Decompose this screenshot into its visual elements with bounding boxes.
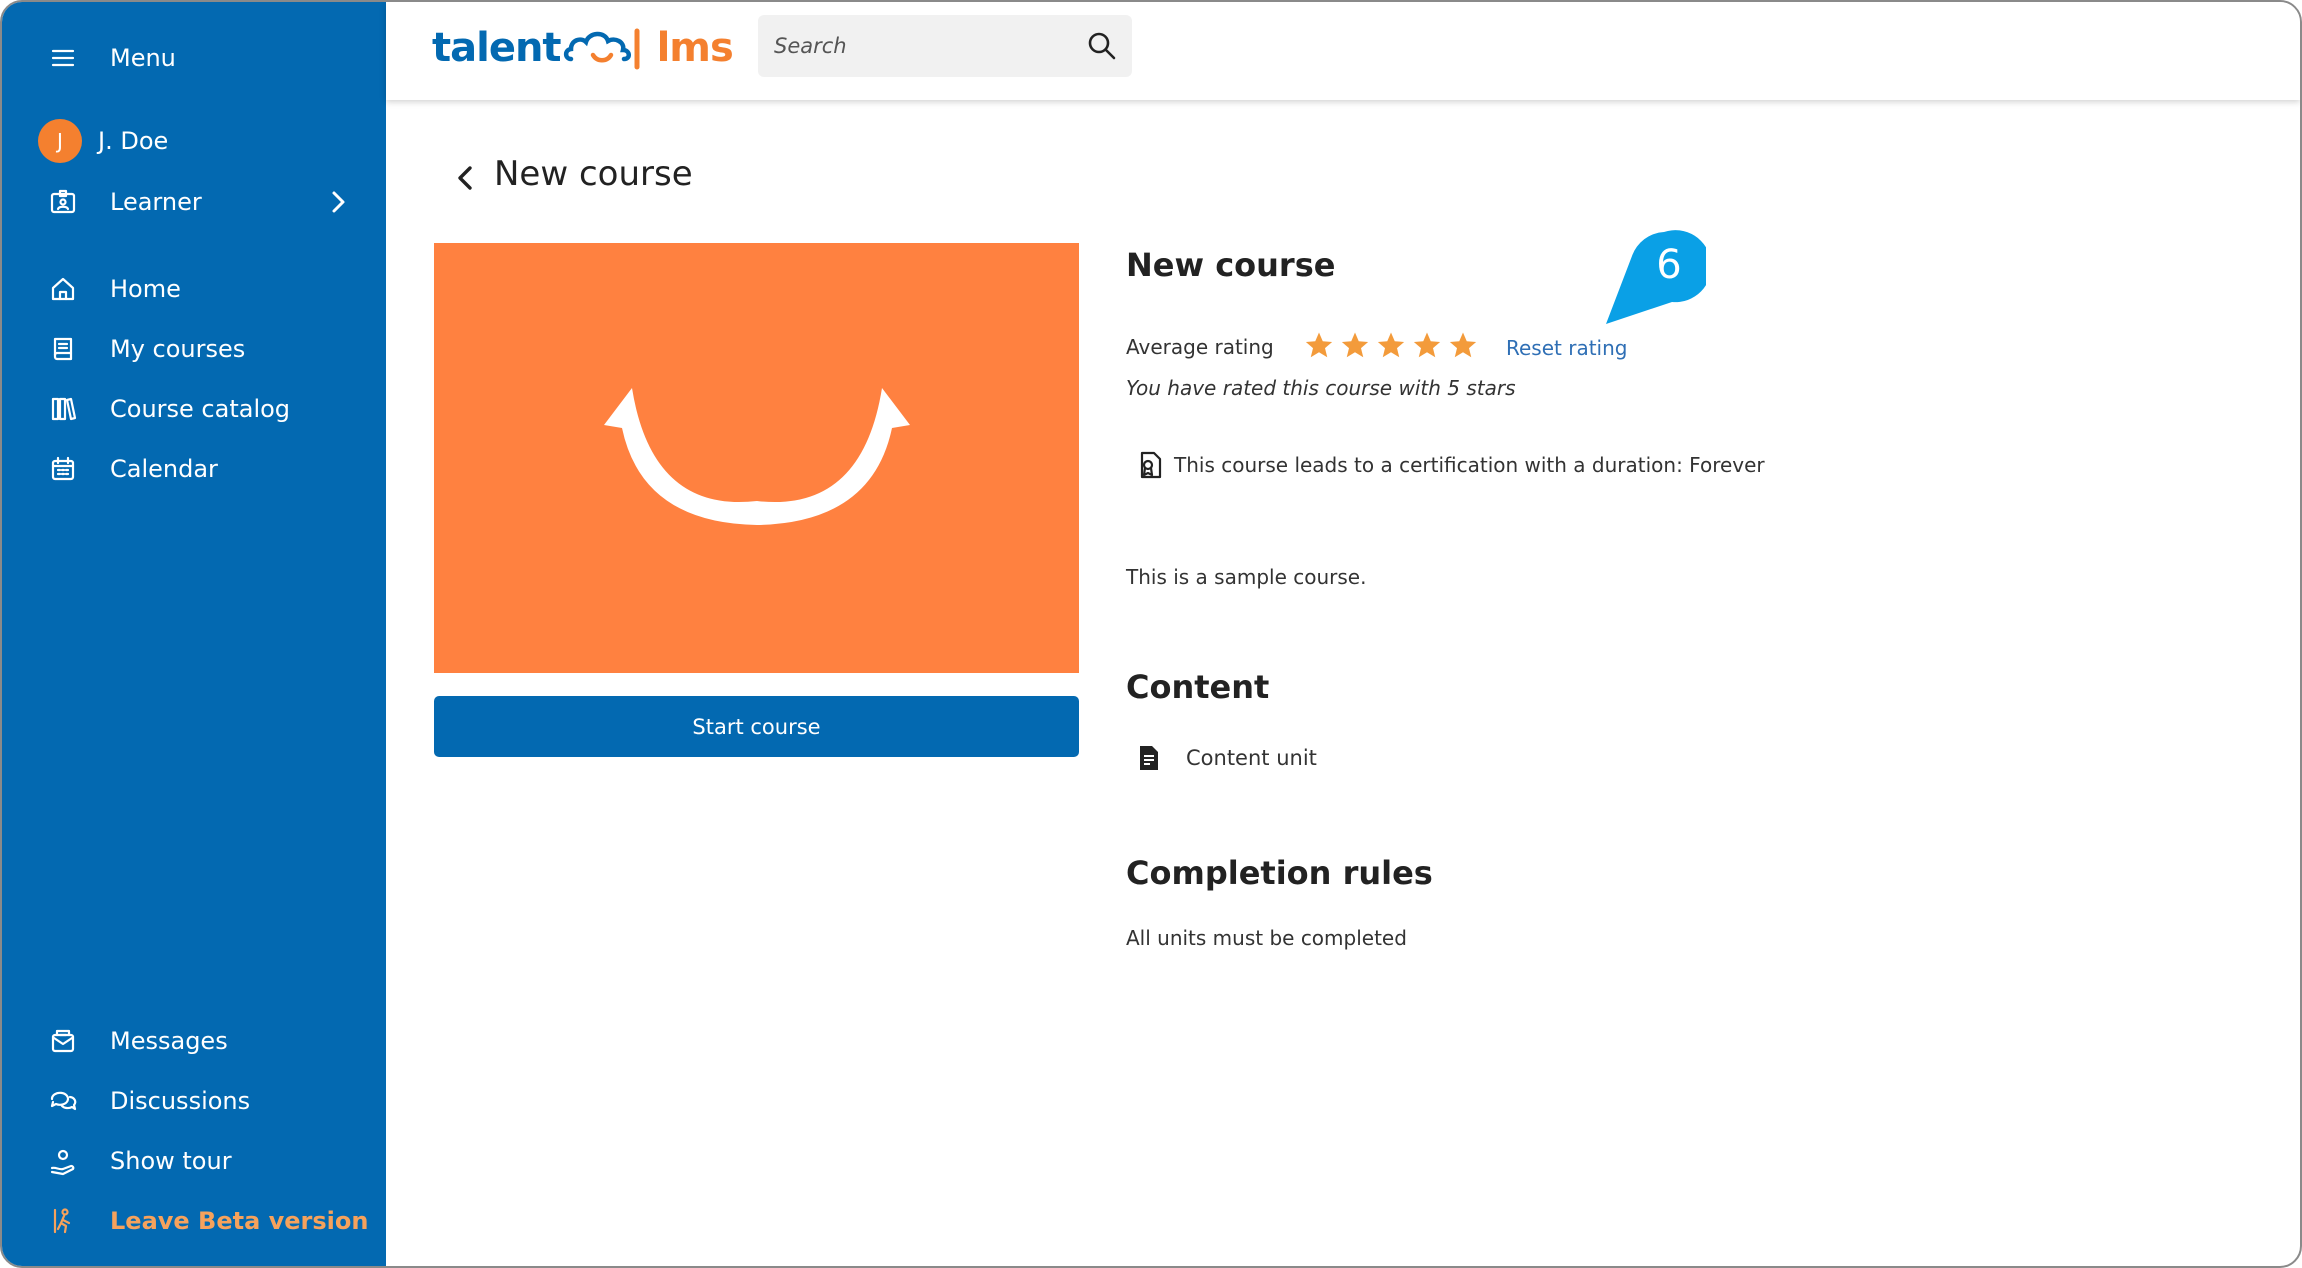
calendar-icon (46, 452, 80, 486)
menu-toggle[interactable]: Menu (46, 36, 176, 80)
hamburger-icon (46, 41, 80, 75)
sidebar-item-home[interactable]: Home (46, 267, 181, 311)
chevron-right-icon[interactable] (324, 188, 352, 216)
top-header: talent lms (386, 2, 2300, 100)
user-name: J. Doe (98, 127, 169, 155)
cloud-smile-icon (563, 28, 640, 70)
search-box (758, 15, 1132, 77)
sidebar-item-my-courses[interactable]: My courses (46, 327, 245, 371)
completion-rules-text: All units must be completed (1126, 926, 1407, 950)
sidebar-item-label: Home (110, 275, 181, 303)
content-unit-label: Content unit (1186, 746, 1317, 770)
avatar: J (38, 119, 82, 163)
star-icon[interactable] (1448, 330, 1482, 364)
sidebar-item-label: My courses (110, 335, 246, 363)
certificate-icon (1136, 450, 1164, 480)
sidebar-item-label: Show tour (110, 1147, 232, 1175)
home-icon (46, 272, 80, 306)
user-profile[interactable]: J J. Doe (38, 119, 169, 163)
smile-logo-icon (603, 388, 910, 525)
library-icon (46, 392, 80, 426)
star-icon[interactable] (1412, 330, 1446, 364)
sidebar-item-calendar[interactable]: Calendar (46, 447, 218, 491)
back-arrow-icon[interactable] (450, 158, 480, 198)
talentlms-logo[interactable]: talent lms (432, 18, 734, 78)
star-icon[interactable] (1304, 330, 1338, 364)
menu-label: Menu (110, 44, 176, 72)
book-icon (46, 332, 80, 366)
discussions-icon (46, 1084, 80, 1118)
completion-rules-heading: Completion rules (1126, 854, 1433, 892)
leave-icon (46, 1204, 80, 1238)
role-switcher[interactable]: Learner (46, 180, 202, 224)
tour-icon (46, 1144, 80, 1178)
user-rating-text: You have rated this course with 5 stars (1126, 376, 1516, 400)
star-icon[interactable] (1376, 330, 1410, 364)
app-window: Menu J J. Doe Learner Home My courses Co… (0, 0, 2302, 1268)
sidebar-item-label: Messages (110, 1027, 228, 1055)
search-icon[interactable] (1086, 30, 1118, 62)
logo-text-right: lms (656, 25, 734, 71)
average-rating-label: Average rating (1126, 335, 1274, 359)
sidebar-item-course-catalog[interactable]: Course catalog (46, 387, 290, 431)
course-title: New course (1126, 246, 1336, 284)
sidebar-item-discussions[interactable]: Discussions (46, 1079, 250, 1123)
sidebar-item-label: Calendar (110, 455, 218, 483)
sidebar-item-label: Discussions (110, 1087, 251, 1115)
logo-text-left: talent (432, 25, 562, 71)
certification-info: This course leads to a certification wit… (1136, 450, 1765, 480)
sidebar-item-messages[interactable]: Messages (46, 1019, 228, 1063)
tour-step-number: 6 (1656, 242, 1682, 288)
content-unit-item[interactable]: Content unit (1138, 744, 1317, 772)
start-course-button[interactable]: Start course (434, 696, 1079, 757)
certification-text: This course leads to a certification wit… (1174, 453, 1765, 477)
reset-rating-link[interactable]: Reset rating (1506, 336, 1627, 360)
star-icon[interactable] (1340, 330, 1374, 364)
sidebar-item-label: Course catalog (110, 395, 291, 423)
course-cover-image (434, 243, 1079, 673)
search-input[interactable] (774, 34, 1074, 58)
messages-icon (46, 1024, 80, 1058)
role-label: Learner (110, 188, 202, 216)
sidebar-item-label: Leave Beta version (110, 1207, 369, 1235)
page-title: New course (494, 154, 693, 194)
id-badge-icon (46, 185, 80, 219)
document-icon (1138, 744, 1162, 772)
sidebar: Menu J J. Doe Learner Home My courses Co… (2, 2, 386, 1266)
star-rating[interactable] (1304, 330, 1484, 364)
sidebar-item-show-tour[interactable]: Show tour (46, 1139, 232, 1183)
content-heading: Content (1126, 668, 1270, 706)
sidebar-item-leave-beta[interactable]: Leave Beta version (46, 1199, 368, 1243)
course-description: This is a sample course. (1126, 565, 1367, 589)
